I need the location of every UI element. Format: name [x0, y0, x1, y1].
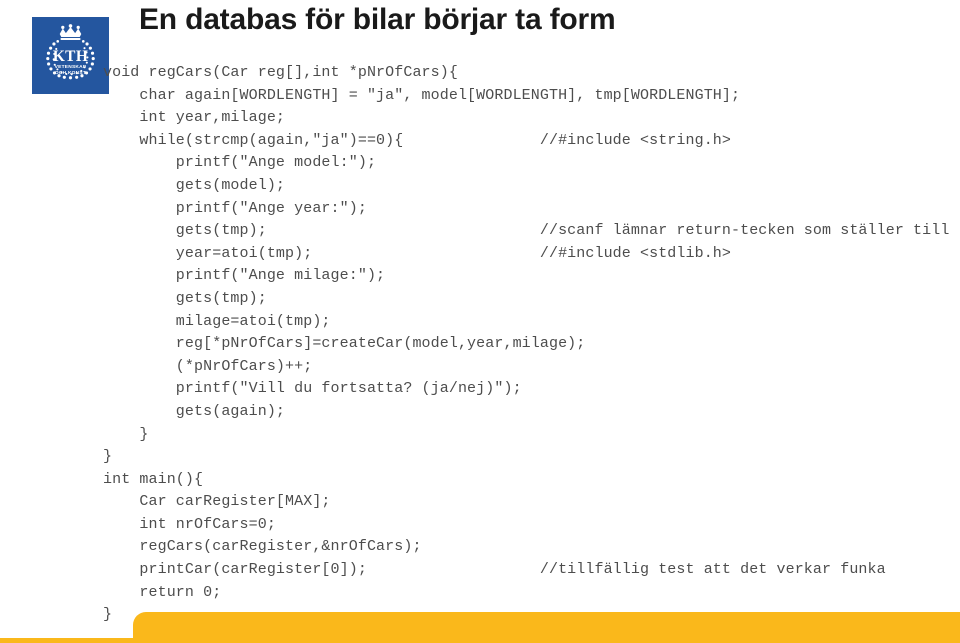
code-line: int year,milage; [103, 109, 286, 127]
code-line: year=atoi(tmp); //#include <stdlib.h> [103, 244, 732, 262]
code-line: void regCars(Car reg[],int *pNrOfCars){ [103, 64, 458, 81]
code-line: reg[*pNrOfCars]=createCar(model,year,mil… [103, 335, 586, 353]
code-line: printf("Vill du fortsatta? (ja/nej)"); [103, 380, 522, 398]
code-line: milage=atoi(tmp); [103, 312, 331, 330]
kth-logo: KTH VETENSKAP OCH KONST [32, 17, 109, 94]
kth-acronym-text: KTH [53, 48, 88, 65]
code-line: int nrOfCars=0; [103, 515, 276, 533]
code-line: int main(){ [103, 470, 204, 488]
kth-logo-graphic: KTH VETENSKAP OCH KONST [32, 17, 109, 94]
code-line: printf("Ange model:"); [103, 154, 377, 172]
code-line: gets(again); [103, 402, 286, 420]
code-line: printf("Ange year:"); [103, 199, 367, 217]
code-line: gets(tmp); [103, 289, 267, 307]
code-block: void regCars(Car reg[],int *pNrOfCars){ … [103, 62, 953, 627]
footer-accent-strip [0, 638, 960, 643]
slide-title: En databas för bilar börjar ta form [139, 3, 616, 36]
code-line: Car carRegister[MAX]; [103, 493, 331, 511]
code-line: regCars(carRegister,&nrOfCars); [103, 538, 422, 556]
code-line: return 0; [103, 583, 222, 601]
kth-motto-line1: VETENSKAP [55, 64, 87, 70]
code-line: printCar(carRegister[0]); //tillfällig t… [103, 561, 886, 579]
slide-root: KTH VETENSKAP OCH KONST En databas för b… [0, 0, 960, 643]
code-line: gets(tmp); //scanf lämnar return-tecken … [103, 222, 950, 240]
code-line: (*pNrOfCars)++; [103, 357, 313, 375]
code-line: } [103, 425, 149, 443]
code-line: char again[WORDLENGTH] = "ja", model[WOR… [103, 86, 741, 104]
code-line: printf("Ange milage:"); [103, 267, 386, 285]
code-line: gets(model); [103, 176, 286, 194]
code-line: while(strcmp(again,"ja")==0){ //#include… [103, 131, 732, 149]
code-line: } [103, 448, 113, 466]
kth-motto-line2: OCH KONST [55, 70, 86, 76]
